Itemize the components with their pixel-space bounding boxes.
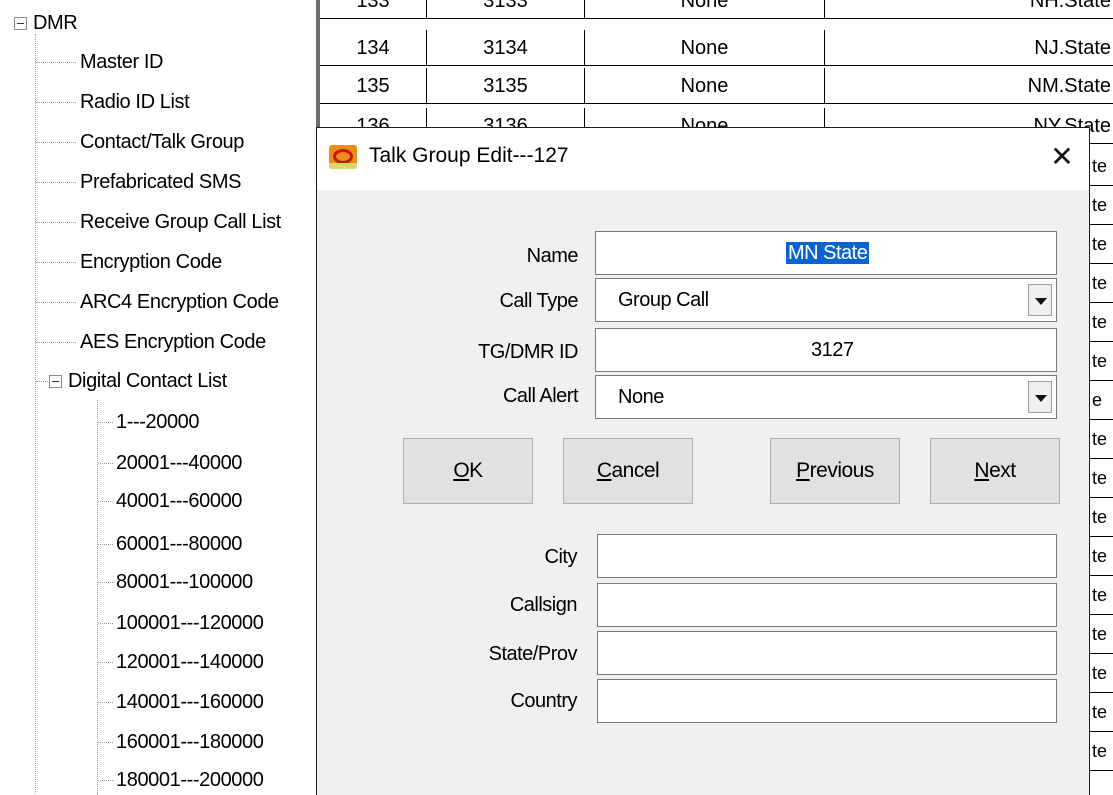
dropdown-arrow-icon[interactable] xyxy=(1028,381,1052,413)
tree-connector xyxy=(97,400,98,795)
table-row[interactable]: 134 3134 None NJ.State xyxy=(320,30,1113,66)
table-cell-clipped: te xyxy=(1090,537,1113,576)
app-logo-icon xyxy=(329,145,357,169)
collapse-icon[interactable] xyxy=(14,16,27,30)
tree-item-aes-encryption-code[interactable]: AES Encryption Code xyxy=(80,322,266,362)
call-alert-select[interactable]: None xyxy=(595,375,1057,419)
table-cell-clipped: te xyxy=(1090,732,1113,771)
tree-item-range[interactable]: 140001---160000 xyxy=(116,682,264,722)
collapse-icon[interactable] xyxy=(49,374,62,388)
call-alert-value: None xyxy=(618,386,664,408)
name-label: Name xyxy=(526,245,579,267)
callsign-input[interactable] xyxy=(597,583,1057,627)
tree-node-dmr[interactable]: DMR xyxy=(14,3,78,43)
state-prov-input[interactable] xyxy=(597,631,1057,675)
next-button[interactable]: Next xyxy=(930,438,1060,504)
tg-dmr-id-label: TG/DMR ID xyxy=(478,341,578,363)
tree-item-range[interactable]: 60001---80000 xyxy=(116,524,242,564)
tree-item-range[interactable]: 120001---140000 xyxy=(116,642,264,682)
ok-button[interactable]: OK xyxy=(403,438,533,504)
table-cell-clipped: e xyxy=(1090,381,1113,420)
country-input[interactable] xyxy=(597,679,1057,723)
call-type-select[interactable]: Group Call xyxy=(595,278,1057,322)
table-cell-clipped: te xyxy=(1090,615,1113,654)
tree-item-range[interactable]: 100001---120000 xyxy=(116,603,264,643)
tree-item-range[interactable]: 1---20000 xyxy=(116,402,200,442)
state-prov-label: State/Prov xyxy=(488,643,578,665)
tree-item-prefabricated-sms[interactable]: Prefabricated SMS xyxy=(80,162,241,202)
callsign-label: Callsign xyxy=(509,594,578,616)
tree-item-range[interactable]: 160001---180000 xyxy=(116,722,264,762)
table-cell-clipped: te xyxy=(1090,459,1113,498)
call-type-label: Call Type xyxy=(499,290,578,312)
city-label: City xyxy=(544,546,578,568)
name-value-selected: MN State xyxy=(786,242,870,264)
table-cell-clipped: te xyxy=(1090,225,1113,264)
tree-item-receive-group-call-list[interactable]: Receive Group Call List xyxy=(80,202,281,242)
table-row[interactable]: 133 3133 None NH.State xyxy=(320,0,1113,19)
cancel-button[interactable]: Cancel xyxy=(563,438,693,504)
name-input[interactable]: MN State xyxy=(595,231,1057,275)
dialog-titlebar[interactable]: Talk Group Edit---127 ✕ xyxy=(317,128,1089,190)
call-alert-label: Call Alert xyxy=(502,385,579,407)
previous-button[interactable]: Previous xyxy=(770,438,900,504)
navigation-tree: DMR Master ID Radio ID List Contact/Talk… xyxy=(0,0,316,795)
talk-group-edit-dialog: Talk Group Edit---127 ✕ Name MN State Ca… xyxy=(316,127,1090,795)
tree-item-master-id[interactable]: Master ID xyxy=(80,42,163,82)
tree-item-radio-id-list[interactable]: Radio ID List xyxy=(80,82,190,122)
table-cell-clipped: te xyxy=(1090,186,1113,225)
table-cell-clipped: te xyxy=(1090,303,1113,342)
tree-connector xyxy=(35,34,36,794)
table-cell-clipped: te xyxy=(1090,147,1113,186)
table-cell-clipped: te xyxy=(1090,576,1113,615)
table-cell-clipped: te xyxy=(1090,264,1113,303)
tree-item-range[interactable]: 40001---60000 xyxy=(116,481,242,521)
tree-item-range[interactable]: 20001---40000 xyxy=(116,443,242,483)
dialog-title: Talk Group Edit---127 xyxy=(369,144,569,167)
tree-item-arc4-encryption-code[interactable]: ARC4 Encryption Code xyxy=(80,282,279,322)
dropdown-arrow-icon[interactable] xyxy=(1028,284,1052,316)
table-cell-clipped: te xyxy=(1090,342,1113,381)
table-cell-clipped: te xyxy=(1090,693,1113,732)
table-cell-clipped: te xyxy=(1090,498,1113,537)
close-button[interactable]: ✕ xyxy=(1045,140,1079,174)
country-label: Country xyxy=(510,690,577,712)
table-row[interactable]: 135 3135 None NM.State xyxy=(320,68,1113,104)
tree-item-contact-talk-group[interactable]: Contact/Talk Group xyxy=(80,122,244,162)
tg-dmr-id-value: 3127 xyxy=(811,339,854,361)
tg-dmr-id-input[interactable]: 3127 xyxy=(595,328,1057,372)
call-type-value: Group Call xyxy=(618,289,709,311)
table-cell-clipped: te xyxy=(1090,654,1113,693)
tree-item-range[interactable]: 180001---200000 xyxy=(116,760,264,795)
tree-item-range[interactable]: 80001---100000 xyxy=(116,562,253,602)
table-cell-clipped: te xyxy=(1090,420,1113,459)
tree-node-digital-contact-list[interactable]: Digital Contact List xyxy=(49,361,227,401)
tree-item-encryption-code[interactable]: Encryption Code xyxy=(80,242,222,282)
city-input[interactable] xyxy=(597,534,1057,578)
